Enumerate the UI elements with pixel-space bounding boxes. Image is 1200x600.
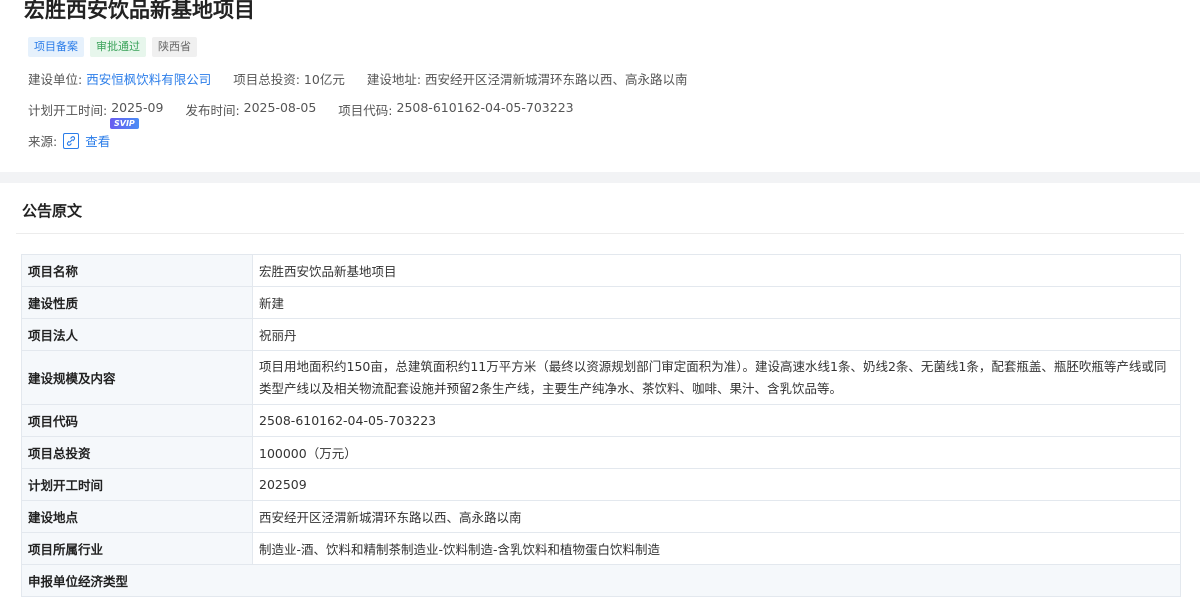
row-value: 202509 [252,468,1181,501]
start-value: 2025-09 [111,100,164,115]
code-value: 2508-610162-04-05-703223 [396,100,574,115]
source-label: 来源: [28,134,58,149]
row-key: 项目所属行业 [21,532,253,565]
row-key: 项目总投资 [21,436,253,469]
row-key: 项目代码 [21,404,253,437]
table-row: 项目所属行业 制造业-酒、饮料和精制茶制造业-饮料制造-含乳饮料和植物蛋白饮料制… [21,532,1181,565]
investment-value: 10亿元 [303,72,345,87]
row-value: 制造业-酒、饮料和精制茶制造业-饮料制造-含乳饮料和植物蛋白饮料制造 [252,532,1181,565]
row-value: 祝丽丹 [252,318,1181,351]
notice-title: 公告原文 [22,202,83,220]
table-row: 计划开工时间 202509 [21,468,1181,501]
meta-row-1: 建设单位: 西安恒枫饮料有限公司 项目总投资: 10亿元 建设地址: 西安经开区… [28,69,688,88]
tag-province: 陕西省 [152,37,197,57]
project-title: 宏胜西安饮品新基地项目 [24,0,255,22]
address-value: 西安经开区泾渭新城渭环东路以西、高永路以南 [425,72,688,87]
tag-approved: 审批通过 [90,37,146,57]
row-key: 项目法人 [21,318,253,351]
row-value: 2508-610162-04-05-703223 [252,404,1181,437]
address-label: 建设地址: [366,72,422,87]
start-label: 计划开工时间: [28,103,108,118]
publish-field: 发布时间: 2025-08-05 [185,100,316,119]
svip-badge: SVIP [110,118,139,129]
link-icon[interactable] [63,132,80,149]
address-field: 建设地址: 西安经开区泾渭新城渭环东路以西、高永路以南 [367,69,688,88]
source-field: 来源: 查看 SVIP [28,118,139,150]
notice-table: 项目名称 宏胜西安饮品新基地项目 建设性质 新建 项目法人 祝丽丹 建设规模及内… [21,254,1181,597]
table-row: 建设规模及内容 项目用地面积约150亩，总建筑面积约11万平方米（最终以资源规划… [21,350,1181,405]
row-key: 申报单位经济类型 [21,564,1181,597]
code-label: 项目代码: [338,103,393,118]
builder-link[interactable]: 西安恒枫饮料有限公司 [86,69,211,88]
table-row: 项目代码 2508-610162-04-05-703223 [21,404,1181,437]
builder-field: 建设单位: 西安恒枫饮料有限公司 [28,69,211,88]
row-key: 建设性质 [21,286,253,319]
row-value: 项目用地面积约150亩，总建筑面积约11万平方米（最终以资源规划部门审定面积为准… [252,350,1181,405]
investment-field: 项目总投资: 10亿元 [233,69,345,88]
row-key: 计划开工时间 [21,468,253,501]
row-value: 新建 [252,286,1181,319]
table-row: 申报单位经济类型 [21,564,1181,597]
table-row: 建设地点 西安经开区泾渭新城渭环东路以西、高永路以南 [21,500,1181,533]
start-field: 计划开工时间: 2025-09 [28,100,163,119]
table-row: 项目法人 祝丽丹 [21,318,1181,351]
row-value: 宏胜西安饮品新基地项目 [252,254,1181,287]
row-value: 100000（万元） [252,436,1181,469]
publish-label: 发布时间: [185,103,240,118]
builder-label: 建设单位: [28,72,83,87]
table-row: 项目名称 宏胜西安饮品新基地项目 [21,254,1181,287]
tag-record: 项目备案 [28,37,84,57]
table-row: 项目总投资 100000（万元） [21,436,1181,469]
row-key: 建设地点 [21,500,253,533]
code-field: 项目代码: 2508-610162-04-05-703223 [338,100,573,119]
meta-row-2: 计划开工时间: 2025-09 发布时间: 2025-08-05 项目代码: 2… [28,100,574,119]
notice-divider [16,233,1184,234]
project-header-card: 宏胜西安饮品新基地项目 项目备案 审批通过 陕西省 建设单位: 西安恒枫饮料有限… [0,0,1200,172]
source-row: 来源: 查看 SVIP [28,118,139,150]
tag-list: 项目备案 审批通过 陕西省 [28,37,197,57]
row-value: 西安经开区泾渭新城渭环东路以西、高永路以南 [252,500,1181,533]
row-key: 建设规模及内容 [21,350,253,405]
row-key: 项目名称 [21,254,253,287]
table-row: 建设性质 新建 [21,286,1181,319]
publish-value: 2025-08-05 [243,100,317,115]
investment-label: 项目总投资: [233,72,300,87]
source-view-link[interactable]: 查看 [85,131,110,150]
